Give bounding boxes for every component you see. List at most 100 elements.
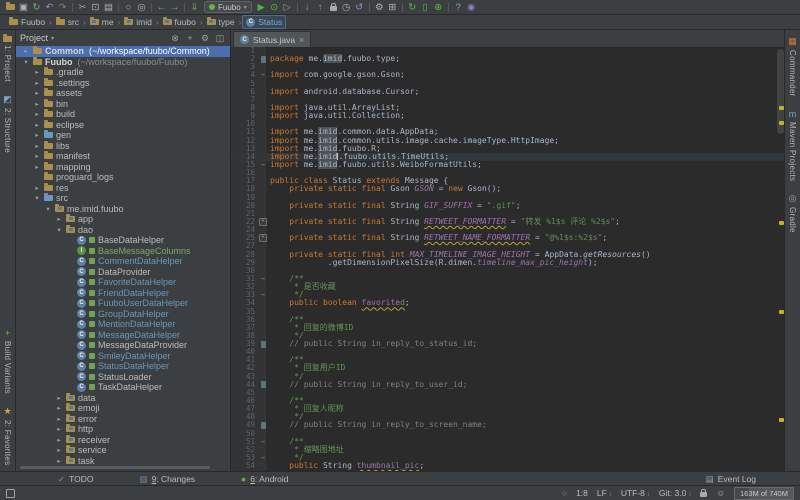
code-line-20[interactable]: 20 private static final String GIF_SUFFI… [231,201,785,210]
expand-arrow-icon[interactable]: ▸ [33,79,41,87]
tree-item-common[interactable]: ▸ Common (~/workspace/fuubo/Common) [16,46,230,57]
help-icon[interactable]: ? [452,1,465,13]
run-icon[interactable]: ▶ [255,1,268,13]
close-tab-icon[interactable]: × [299,35,304,45]
avd-manager-icon[interactable]: ▯ [419,1,432,13]
code-line-6[interactable]: 6 import android.database.Cursor; [231,87,785,96]
expand-arrow-icon[interactable]: ▸ [33,100,41,108]
tree-item-service[interactable]: ▸ service [16,445,230,456]
folded-region-icon[interactable]: + [259,234,267,243]
back-icon[interactable]: ← [155,1,168,13]
tree-item-fuubouserdatahelper[interactable]: C FuuboUserDataHelper [16,298,230,309]
expand-arrow-icon[interactable]: ▸ [22,47,30,55]
sdk-manager-icon[interactable]: ⊕ [432,1,445,13]
code-line-50[interactable]: 50 [231,429,785,438]
code-line-40[interactable]: 40 [231,348,785,356]
chevron-down-icon[interactable]: ▾ [51,35,54,42]
paste-icon[interactable]: ▤ [102,1,115,13]
tree-item-build[interactable]: ▸ build [16,109,230,120]
tree-item-messagedataprovider[interactable]: C MessageDataProvider [16,340,230,351]
editor-tab-status-java[interactable]: C Status.java × [233,31,312,47]
vcs-branch-selector[interactable]: Git: 3.0 ↕ [659,488,691,498]
tool-stripe-button-2-structure[interactable]: ◩ 2: Structure [3,88,12,159]
code-line-30[interactable]: 30 [231,266,785,275]
expand-arrow-icon[interactable]: ▸ [33,163,41,171]
tool-stripe-button-maven-projects[interactable]: m Maven Projects [788,103,797,187]
tree-item-dao[interactable]: ▾ dao [16,224,230,236]
tree-item-statusloader[interactable]: C StatusLoader [16,372,230,383]
code-line-34[interactable]: 34 public boolean favorited; [231,299,785,307]
expand-arrow-icon[interactable]: ▸ [33,142,41,150]
fold-marker-icon[interactable]: − [258,291,268,299]
code-line-25[interactable]: 25 + private static final String RETWEET_… [231,234,785,243]
scroll-from-source-icon[interactable]: + [184,33,196,43]
code-line-18[interactable]: 18 private static final Gson GSON = new … [231,185,785,193]
panel-settings-icon[interactable]: ⚙ [199,33,211,44]
debug-icon[interactable]: ⊙ [268,1,281,13]
tool-window-button-9-changes[interactable]: ▧ 9: Changes [140,474,196,485]
tree-item-res[interactable]: ▸ res [16,182,230,194]
vcs-commit-icon[interactable]: ↑ [314,1,327,13]
line-separator-selector[interactable]: LF ↕ [597,488,612,498]
expand-arrow-icon[interactable]: ▸ [33,152,41,160]
breadcrumb-item-fuubo[interactable]: fuubo [160,16,199,28]
tree-item-mapping[interactable]: ▸ mapping [16,161,230,173]
synchronize-icon[interactable]: ↻ [30,1,43,13]
expand-arrow-icon[interactable]: ▾ [33,194,41,202]
expand-arrow-icon[interactable]: ▸ [55,446,63,454]
tree-item-emoji[interactable]: ▸ emoji [16,403,230,414]
tree-item-commentdatahelper[interactable]: C CommentDataHelper [16,256,230,267]
tool-stripe-button-build-variants[interactable]: + Build Variants [3,322,12,400]
tree-item-manifest[interactable]: ▸ manifest [16,151,230,162]
breadcrumb-item-status[interactable]: C Status [242,15,287,29]
expand-arrow-icon[interactable]: ▸ [55,457,63,465]
tree-item-settings[interactable]: ▸ .settings [16,77,230,89]
code-line-29[interactable]: 29 .getDimensionPixelSize(R.dimen.timeli… [231,258,785,267]
fold-marker-icon[interactable]: − [258,275,268,283]
tree-item-groupdatahelper[interactable]: C GroupDataHelper [16,309,230,320]
coverage-icon[interactable]: ▷ [281,1,294,13]
fold-marker-icon[interactable]: + [258,234,268,243]
tree-item-basedatahelper[interactable]: C BaseDataHelper [16,235,230,246]
code-line-54[interactable]: 54 public String thumbnail_pic; [231,462,785,470]
expand-arrow-icon[interactable]: ▸ [33,121,41,129]
expand-arrow-icon[interactable]: ▸ [55,415,63,423]
expand-arrow-icon[interactable]: ▸ [33,68,41,76]
code-line-9[interactable]: 9 import java.util.Collection; [231,111,785,120]
line-number[interactable]: 54 [231,462,258,470]
tree-item-favoritedatahelper[interactable]: C FavoriteDataHelper [16,277,230,288]
undo-icon[interactable]: ↶ [43,1,56,13]
rollback-icon[interactable]: ↺ [353,1,366,13]
fold-marker-icon[interactable]: − [258,71,268,79]
tree-item-data[interactable]: ▸ data [16,392,230,404]
make-project-icon[interactable]: ⇓ [188,1,201,13]
breadcrumb-item-fuubo[interactable]: Fuubo [6,16,48,28]
plugins-icon[interactable]: ◉ [465,1,478,13]
fold-marker-icon[interactable]: − [258,454,268,462]
copy-icon[interactable]: ⊡ [89,1,102,13]
tool-window-button-6-android[interactable]: ● 6: Android [241,474,288,484]
tree-item-gen[interactable]: ▸ gen [16,130,230,141]
tree-item-frienddatahelper[interactable]: C FriendDataHelper [16,288,230,299]
code-line-49[interactable]: 49 // public String in_reply_to_screen_n… [231,421,785,429]
cut-icon[interactable]: ✂ [76,1,89,13]
tool-stripe-button-2-favorites[interactable]: ★ 2: Favorites [3,400,12,471]
code-line-32[interactable]: 32 * 是否收藏 [231,282,785,291]
caret-position[interactable]: 1:8 [576,488,588,498]
tree-item-task[interactable]: ▸ task [16,455,230,467]
tree-item-me-imid-fuubo[interactable]: ▾ me.imid.fuubo [16,203,230,215]
tree-item-eclipse[interactable]: ▸ eclipse [16,119,230,131]
tree-item-http[interactable]: ▸ http [16,424,230,435]
expand-arrow-icon[interactable]: ▸ [55,404,63,412]
fold-marker-icon[interactable]: − [258,438,268,446]
code-line-4[interactable]: 4− import com.google.gson.Gson; [231,71,785,80]
breadcrumb-item-imid[interactable]: imid [121,16,155,28]
tree-item-basemessagecolumns[interactable]: I BaseMessageColumns [16,246,230,257]
redo-icon[interactable]: ↷ [56,1,69,13]
tree-item-proguard-logs[interactable]: proguard_logs [16,172,230,183]
tool-stripe-button-1-project[interactable]: 1: Project [3,30,12,88]
expand-arrow-icon[interactable]: ▸ [33,131,41,139]
tree-item-app[interactable]: ▸ app [16,214,230,225]
background-process-icon[interactable]: ○ [562,488,567,498]
run-configuration-selector[interactable]: Fuubo ▾ [204,1,252,13]
